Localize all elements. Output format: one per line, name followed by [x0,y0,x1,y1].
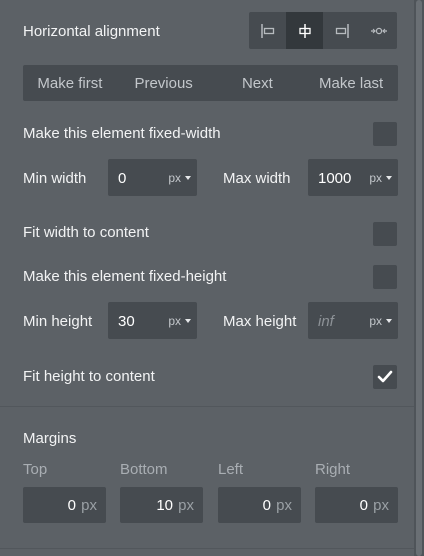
section-divider [0,406,414,407]
margin-left-unit: px [276,497,292,514]
margins-title: Margins [23,430,77,447]
fixed-height-label: Make this element fixed-height [23,268,227,285]
scrollbar-thumb[interactable] [416,0,422,556]
align-right-button[interactable] [323,12,360,49]
min-height-unit: px [168,314,181,328]
margin-right-value: 0 [359,497,368,514]
fit-height-checkbox[interactable] [373,365,397,389]
align-center-button[interactable] [286,12,323,49]
max-height-placeholder: inf [318,313,334,330]
fit-width-label: Fit width to content [23,224,149,241]
align-distribute-button[interactable] [360,12,397,49]
margin-bottom-field[interactable]: 10 px [120,487,203,523]
min-width-field[interactable]: 0 px [108,159,197,196]
margin-bottom-label: Bottom [120,461,168,478]
margin-top-label: Top [23,461,48,478]
fixed-height-checkbox[interactable] [373,265,397,289]
chevron-down-icon [386,176,392,180]
max-width-unit-select[interactable]: px [369,171,392,185]
chevron-down-icon [386,319,392,323]
min-height-field[interactable]: 30 px [108,302,197,339]
max-height-field[interactable]: inf px [308,302,398,339]
chevron-down-icon [185,176,191,180]
layout-panel: Horizontal alignment Make first Previous… [0,0,414,556]
margin-top-value: 0 [67,497,76,514]
margin-bottom-value: 10 [156,497,173,514]
fixed-width-label: Make this element fixed-width [23,125,221,142]
align-right-icon [334,23,350,39]
max-width-unit: px [369,171,382,185]
max-width-value: 1000 [318,170,352,187]
min-height-value: 30 [118,313,135,330]
fixed-width-checkbox[interactable] [373,122,397,146]
next-button[interactable]: Next [211,65,305,101]
max-height-unit: px [369,314,382,328]
align-left-button[interactable] [249,12,286,49]
vertical-scrollbar[interactable] [414,0,424,556]
previous-button[interactable]: Previous [117,65,211,101]
margin-left-label: Left [218,461,244,478]
margin-right-field[interactable]: 0 px [315,487,398,523]
fit-height-label: Fit height to content [23,368,155,385]
margin-left-field[interactable]: 0 px [218,487,301,523]
margin-right-label: Right [315,461,351,478]
make-last-button[interactable]: Make last [304,65,398,101]
align-center-icon [297,23,313,39]
min-width-unit-select[interactable]: px [168,171,191,185]
margin-bottom-unit: px [178,497,194,514]
element-order-group: Make first Previous Next Make last [23,65,398,101]
checkmark-icon [377,370,393,383]
horizontal-alignment-group [249,12,397,49]
min-width-unit: px [168,171,181,185]
horizontal-alignment-label: Horizontal alignment [23,23,160,40]
max-width-label: Max width [223,170,291,187]
max-height-label: Max height [223,313,297,330]
fit-width-checkbox[interactable] [373,222,397,246]
min-height-unit-select[interactable]: px [168,314,191,328]
align-left-icon [260,23,276,39]
align-distribute-icon [370,23,388,39]
section-divider [0,548,414,549]
margin-top-field[interactable]: 0 px [23,487,106,523]
max-height-unit-select[interactable]: px [369,314,392,328]
make-first-button[interactable]: Make first [23,65,117,101]
max-width-field[interactable]: 1000 px [308,159,398,196]
min-width-value: 0 [118,170,127,187]
margin-left-value: 0 [262,497,271,514]
margin-top-unit: px [81,497,97,514]
chevron-down-icon [185,319,191,323]
min-width-label: Min width [23,170,87,187]
min-height-label: Min height [23,313,93,330]
margin-right-unit: px [373,497,389,514]
